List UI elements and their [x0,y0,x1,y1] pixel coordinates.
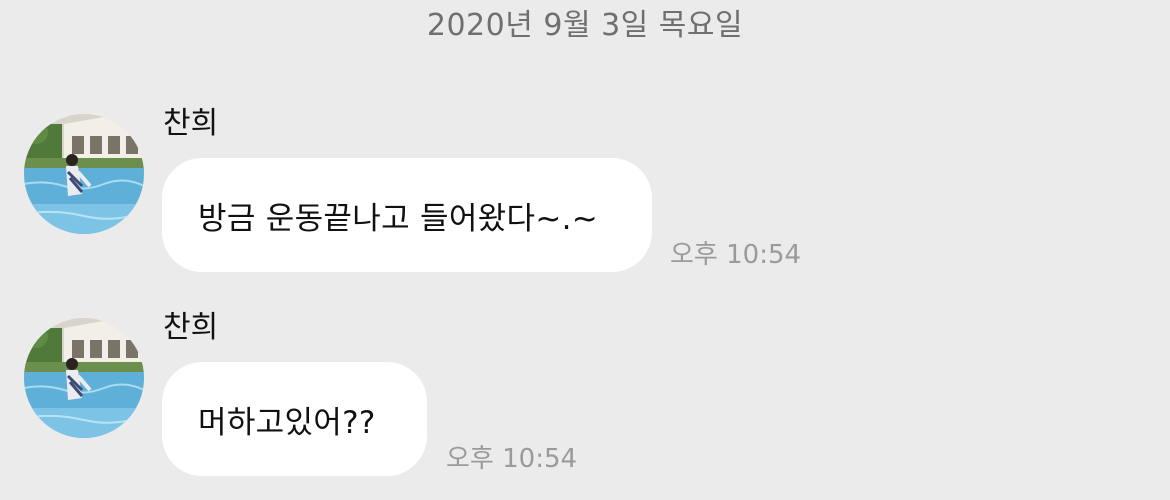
message-bubble[interactable]: 방금 운동끝나고 들어왔다~.~ [162,158,652,272]
message-text: 머하고있어?? [198,404,376,441]
sender-name: 찬희 [163,310,219,345]
avatar[interactable] [24,114,144,234]
profile-photo-pool-icon [24,318,144,438]
avatar[interactable] [24,318,144,438]
message-text: 방금 운동끝나고 들어왔다~.~ [198,200,599,237]
sender-name: 찬희 [163,106,219,141]
profile-photo-pool-icon [24,114,144,234]
date-divider: 2020년 9월 3일 목요일 [426,8,744,43]
message-timestamp: 오후 10:54 [446,444,578,474]
message-bubble[interactable]: 머하고있어?? [162,362,427,476]
message-timestamp: 오후 10:54 [670,240,802,270]
